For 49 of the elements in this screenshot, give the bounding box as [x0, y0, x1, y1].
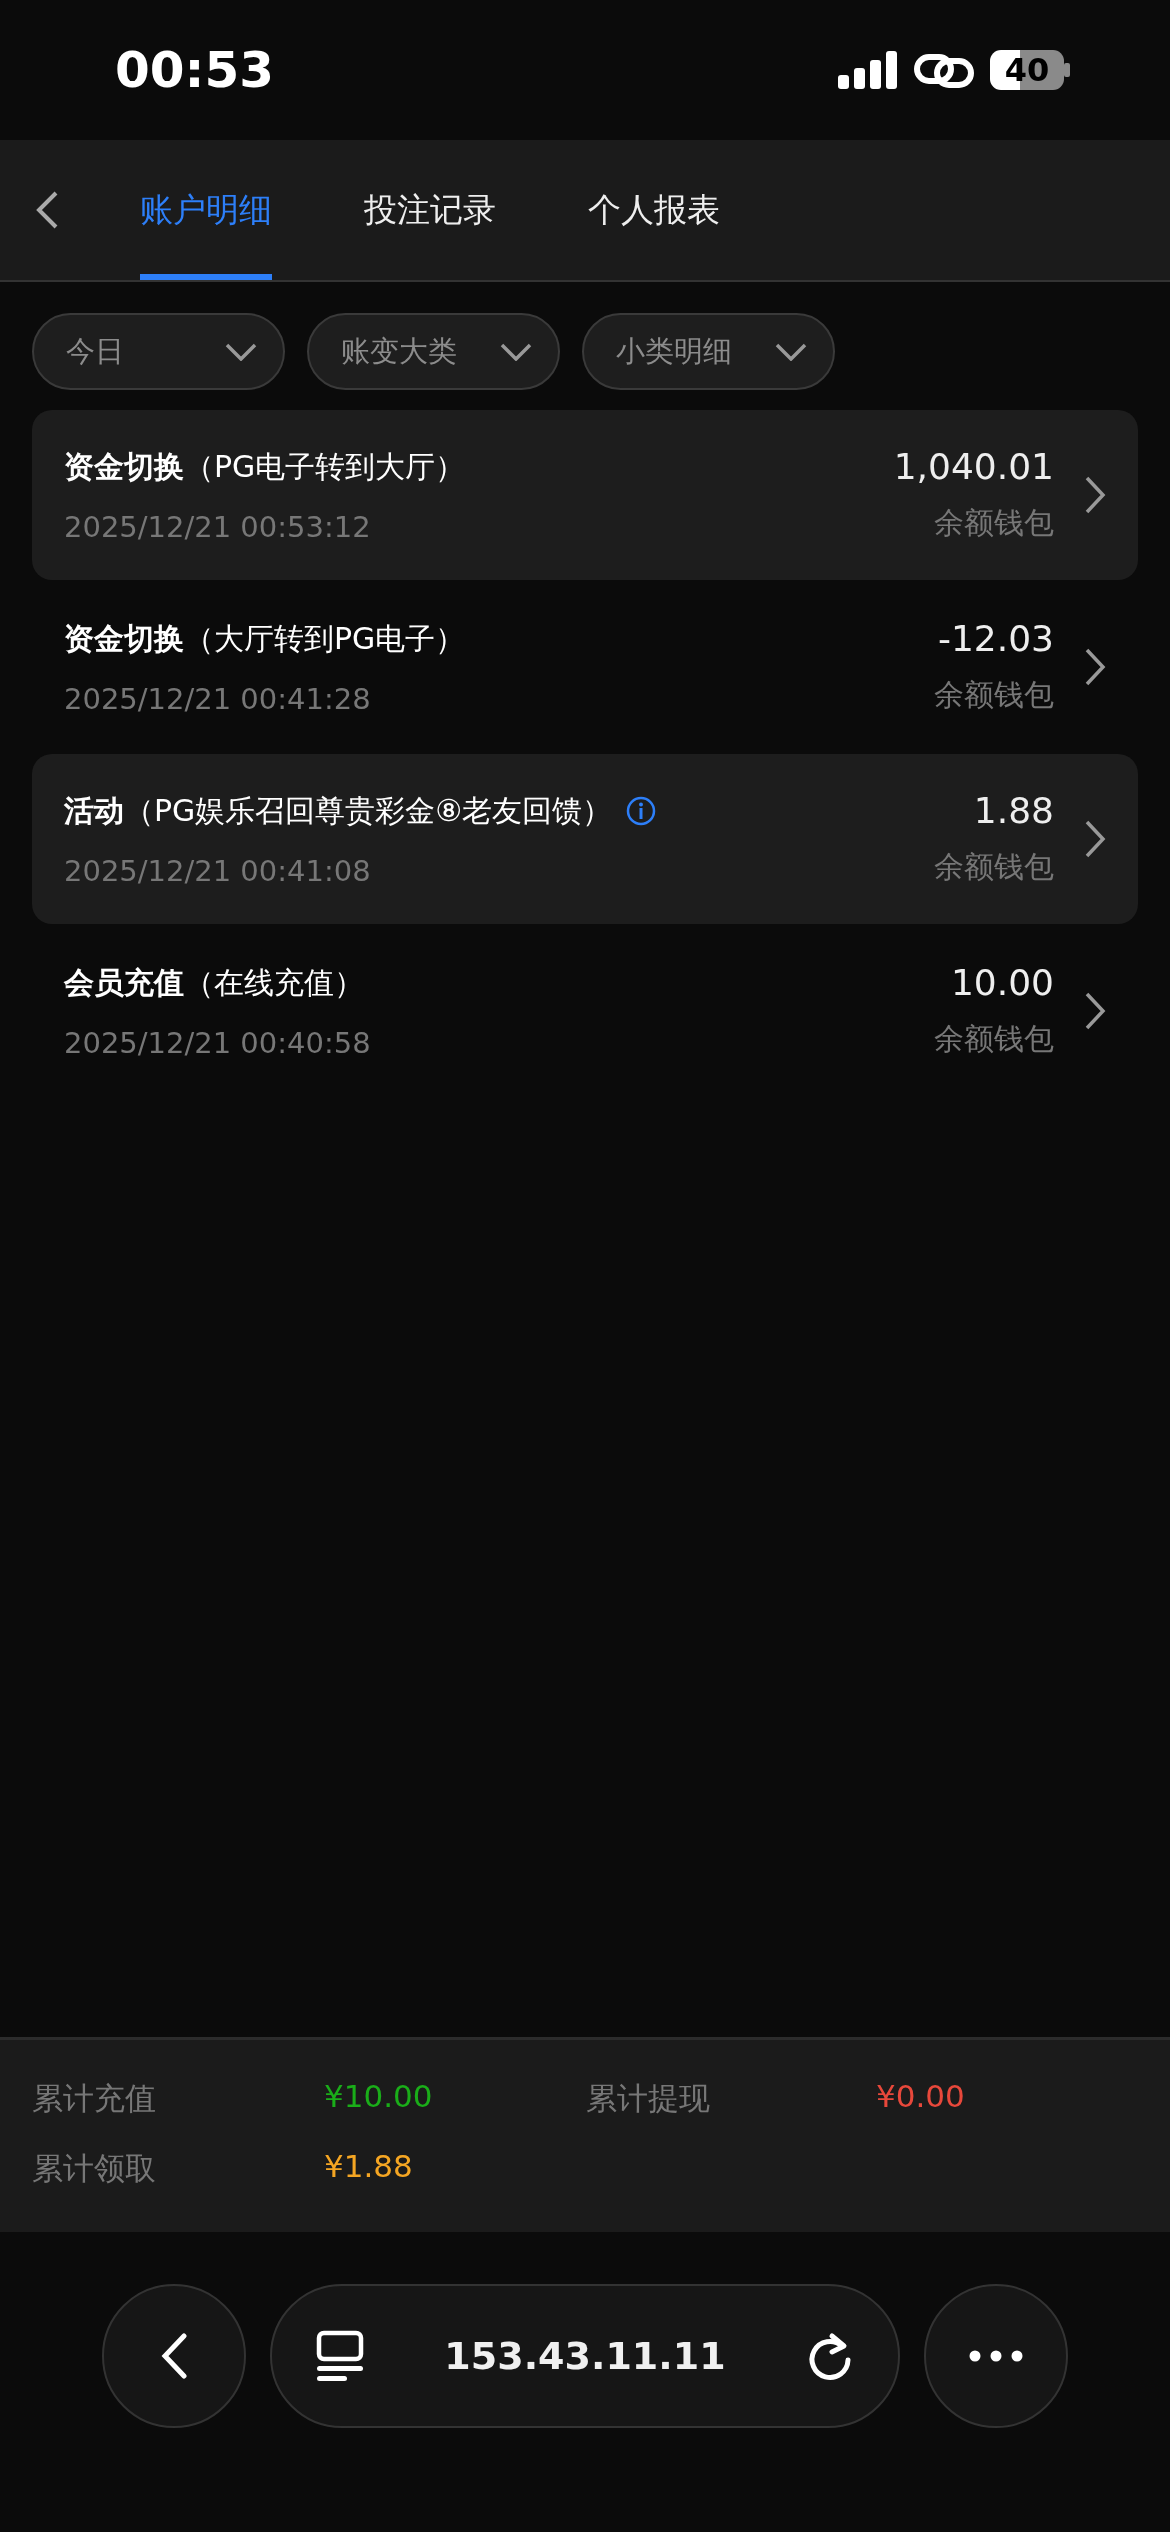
record-amount: -12.03 — [937, 618, 1054, 659]
address-text: 153.43.11.11 — [444, 2334, 726, 2378]
back-icon — [161, 2333, 187, 2379]
record-time: 2025/12/21 00:41:08 — [64, 853, 372, 888]
record-title: 资金切换（大厅转到PG电子） — [64, 619, 466, 658]
tab[interactable]: 个人报表 — [588, 140, 720, 280]
filter-dropdown[interactable]: 账变大类 — [307, 313, 560, 390]
record-row[interactable]: 活动（PG娱乐召回尊贵彩金⑧老友回馈） 2025/12/21 00:41:08 1.88 余额钱包 — [32, 754, 1138, 924]
wallet-label: 余额钱包 — [934, 504, 1054, 542]
link-icon — [914, 51, 974, 89]
chevron-right-icon — [1084, 819, 1106, 859]
record-title: 活动（PG娱乐召回尊贵彩金⑧老友回馈） — [64, 791, 613, 830]
record-amount: 10.00 — [950, 962, 1054, 1003]
back-icon — [35, 190, 59, 230]
chevron-right-icon — [1084, 475, 1106, 515]
filter-dropdown[interactable]: 今日 — [32, 313, 285, 390]
summary-label: 累计领取 — [32, 2149, 157, 2188]
filter-dropdown[interactable]: 小类明细 — [582, 313, 835, 390]
record-time: 2025/12/21 00:41:28 — [64, 681, 372, 716]
wallet-label: 余额钱包 — [934, 1020, 1054, 1058]
record-title: 资金切换（PG电子转到大厅） — [64, 447, 466, 486]
summary-value: ¥0.00 — [876, 2078, 966, 2116]
wallet-label: 余额钱包 — [934, 676, 1054, 714]
info-icon[interactable] — [626, 796, 657, 826]
record-row[interactable]: 会员充值（在线充值） 2025/12/21 00:40:58 10.00 余额钱包 — [32, 926, 1138, 1096]
record-row[interactable]: 资金切换（大厅转到PG电子） 2025/12/21 00:41:28 -12.03 余额钱包 — [32, 582, 1138, 752]
tabs-icon[interactable] — [316, 2330, 364, 2382]
chevron-down-icon — [225, 342, 257, 361]
record-time: 2025/12/21 00:53:12 — [64, 509, 372, 544]
record-row[interactable]: 资金切换（PG电子转到大厅） 2025/12/21 00:53:12 1,040.01 余额钱包 — [32, 410, 1138, 580]
chevron-down-icon — [500, 342, 532, 361]
summary-value: ¥10.00 — [324, 2078, 434, 2116]
address-bar[interactable]: 153.43.11.11 — [270, 2284, 900, 2428]
record-amount: 1.88 — [973, 790, 1054, 831]
chevron-right-icon — [1084, 647, 1106, 687]
signal-icon — [838, 51, 898, 89]
clock-time: 00:53 — [115, 41, 275, 99]
summary-label: 累计充值 — [32, 2079, 157, 2118]
record-amount: 1,040.01 — [893, 446, 1054, 487]
chevron-right-icon — [1084, 991, 1106, 1031]
tab[interactable]: 账户明细 — [140, 140, 272, 280]
more-icon — [969, 2350, 1023, 2362]
summary-value: ¥1.88 — [324, 2148, 414, 2186]
wallet-label: 余额钱包 — [934, 848, 1054, 886]
record-time: 2025/12/21 00:40:58 — [64, 1025, 372, 1060]
record-title: 会员充值（在线充值） — [64, 963, 364, 1002]
summary-label: 累计提现 — [586, 2079, 711, 2118]
chevron-down-icon — [775, 342, 807, 361]
tab[interactable]: 投注记录 — [364, 140, 496, 280]
